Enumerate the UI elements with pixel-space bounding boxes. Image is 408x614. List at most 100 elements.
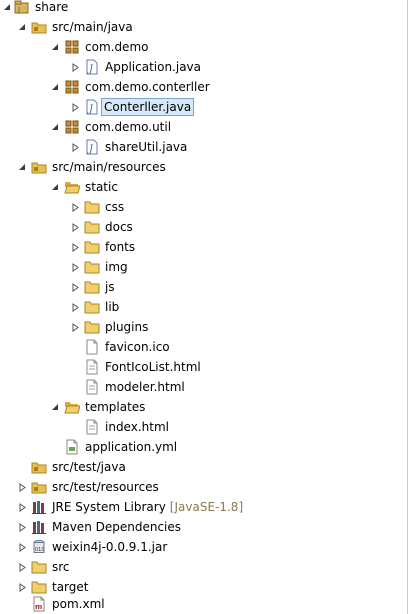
collapsed-arrow-icon[interactable] xyxy=(70,201,80,213)
source-folder-icon xyxy=(31,479,47,495)
collapsed-arrow-icon[interactable] xyxy=(17,541,27,553)
source-folder-icon xyxy=(31,159,47,175)
expanded-arrow-icon[interactable] xyxy=(2,1,12,13)
tree-row-folder-fonts[interactable]: fonts xyxy=(0,237,407,257)
collapsed-arrow-icon[interactable] xyxy=(17,581,27,593)
tree-row-folder-docs[interactable]: docs xyxy=(0,217,407,237)
collapsed-arrow-icon[interactable] xyxy=(70,101,80,113)
file-icon xyxy=(84,339,100,355)
folder-templates-label: templates xyxy=(85,400,146,414)
collapsed-arrow-icon[interactable] xyxy=(17,501,27,513)
tree-row-jre-system-library[interactable]: JRE System Library [JavaSE-1.8] xyxy=(0,497,407,517)
tree-row-package-com-demo[interactable]: com.demo xyxy=(0,37,407,57)
html-file-icon xyxy=(84,379,100,395)
tree-row-package-com-demo-util[interactable]: com.demo.util xyxy=(0,117,407,137)
collapsed-arrow-icon[interactable] xyxy=(70,281,80,293)
collapsed-arrow-icon[interactable] xyxy=(17,481,27,493)
jre-library-name: JRE System Library xyxy=(52,500,166,514)
src-test-java-label: src/test/java xyxy=(52,460,126,474)
shareutil-java-label: shareUtil.java xyxy=(105,140,188,154)
tree-row-modeler-html[interactable]: modeler.html xyxy=(0,377,407,397)
svg-text:J: J xyxy=(87,144,94,155)
java-file-icon: J xyxy=(84,59,100,75)
tree-row-folder-plugins[interactable]: plugins xyxy=(0,317,407,337)
yml-file-icon xyxy=(64,439,80,455)
tree-row-folder-templates[interactable]: templates xyxy=(0,397,407,417)
folder-docs-label: docs xyxy=(105,220,133,234)
folder-icon xyxy=(84,319,100,335)
tree-row-favicon-ico[interactable]: favicon.ico xyxy=(0,337,407,357)
collapsed-arrow-icon[interactable] xyxy=(70,321,80,333)
open-folder-icon xyxy=(64,179,80,195)
package-com-demo-conterller-label: com.demo.conterller xyxy=(85,80,210,94)
modeler-html-label: modeler.html xyxy=(105,380,185,394)
folder-plugins-label: plugins xyxy=(105,320,149,334)
library-icon xyxy=(31,499,47,515)
collapsed-arrow-icon[interactable] xyxy=(17,521,27,533)
folder-js-label: js xyxy=(105,280,115,294)
folder-css-label: css xyxy=(105,200,125,214)
tree-row-weixin4j-jar[interactable]: 010 weixin4j-0.0.9.1.jar xyxy=(0,537,407,557)
expanded-arrow-icon[interactable] xyxy=(50,41,60,53)
tree-row-index-html[interactable]: index.html xyxy=(0,417,407,437)
tree-row-project-share[interactable]: J share xyxy=(0,0,407,17)
tree-row-src-test-java[interactable]: src/test/java xyxy=(0,457,407,477)
folder-icon xyxy=(84,199,100,215)
svg-text:m: m xyxy=(35,603,42,611)
collapsed-arrow-icon[interactable] xyxy=(70,141,80,153)
tree-row-pom-xml[interactable]: m pom.xml xyxy=(0,594,407,614)
collapsed-arrow-icon[interactable] xyxy=(70,61,80,73)
tree-row-src-main-java[interactable]: src/main/java xyxy=(0,17,407,37)
collapsed-arrow-icon[interactable] xyxy=(70,261,80,273)
svg-text:J: J xyxy=(87,104,94,115)
html-file-icon xyxy=(84,419,100,435)
collapsed-arrow-icon[interactable] xyxy=(17,561,27,573)
pom-xml-label: pom.xml xyxy=(52,597,105,611)
folder-icon xyxy=(84,259,100,275)
package-icon xyxy=(64,39,80,55)
tree-row-src-main-resources[interactable]: src/main/resources xyxy=(0,157,407,177)
source-folder-icon xyxy=(31,19,47,35)
package-com-demo-label: com.demo xyxy=(85,40,149,54)
collapsed-arrow-icon[interactable] xyxy=(70,301,80,313)
favicon-ico-label: favicon.ico xyxy=(105,340,170,354)
expanded-arrow-icon[interactable] xyxy=(50,181,60,193)
expanded-arrow-icon[interactable] xyxy=(50,81,60,93)
tree-row-folder-css[interactable]: css xyxy=(0,197,407,217)
folder-icon xyxy=(84,219,100,235)
collapsed-arrow-icon[interactable] xyxy=(70,241,80,253)
maven-dependencies-label: Maven Dependencies xyxy=(52,520,182,534)
tree-row-folder-lib[interactable]: lib xyxy=(0,297,407,317)
expanded-arrow-icon[interactable] xyxy=(50,401,60,413)
index-html-label: index.html xyxy=(105,420,169,434)
tree-row-maven-dependencies[interactable]: Maven Dependencies xyxy=(0,517,407,537)
library-icon xyxy=(31,519,47,535)
tree-row-conterller-java[interactable]: J Conterller.java xyxy=(0,97,407,117)
tree-row-application-yml[interactable]: application.yml xyxy=(0,437,407,457)
application-yml-label: application.yml xyxy=(85,440,178,454)
tree-row-src-test-resources[interactable]: src/test/resources xyxy=(0,477,407,497)
tree-row-package-com-demo-conterller[interactable]: com.demo.conterller xyxy=(0,77,407,97)
package-com-demo-util-label: com.demo.util xyxy=(85,120,172,134)
collapsed-arrow-icon[interactable] xyxy=(70,221,80,233)
tree-row-shareutil-java[interactable]: J shareUtil.java xyxy=(0,137,407,157)
tree-row-folder-static[interactable]: static xyxy=(0,177,407,197)
tree-row-folder-src[interactable]: src xyxy=(0,557,407,577)
folder-icon xyxy=(31,579,47,595)
folder-icon xyxy=(84,239,100,255)
package-icon xyxy=(64,79,80,95)
java-file-icon: J xyxy=(84,99,100,115)
src-test-resources-label: src/test/resources xyxy=(52,480,159,494)
tree-row-application-java[interactable]: J Application.java xyxy=(0,57,407,77)
folder-icon xyxy=(84,279,100,295)
expanded-arrow-icon[interactable] xyxy=(17,161,27,173)
expanded-arrow-icon[interactable] xyxy=(50,121,60,133)
expanded-arrow-icon[interactable] xyxy=(17,21,27,33)
jre-version-decoration: [JavaSE-1.8] xyxy=(169,500,244,514)
folder-img-label: img xyxy=(105,260,128,274)
tree-row-folder-js[interactable]: js xyxy=(0,277,407,297)
folder-icon xyxy=(84,299,100,315)
tree-row-fonticolist-html[interactable]: FontIcoList.html xyxy=(0,357,407,377)
tree-row-folder-img[interactable]: img xyxy=(0,257,407,277)
jar-icon: 010 xyxy=(31,539,47,555)
